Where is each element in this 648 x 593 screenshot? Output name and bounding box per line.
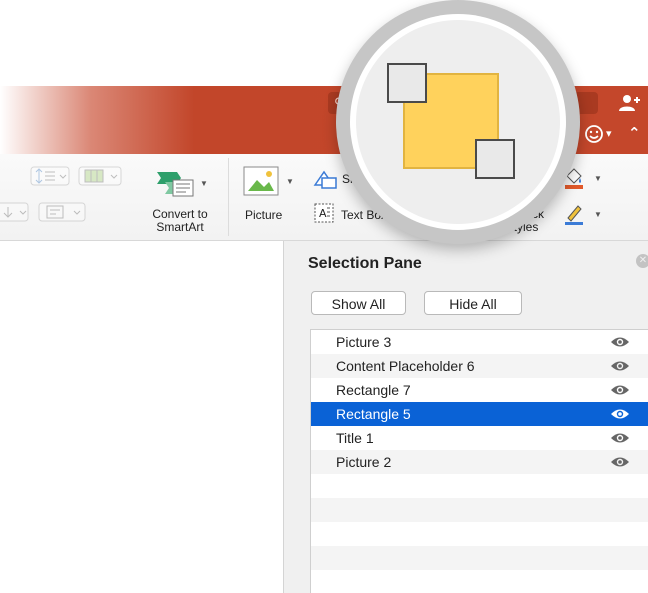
eye-icon[interactable] [610, 360, 630, 372]
ribbon-separator [228, 158, 229, 236]
picture-label[interactable]: Picture [245, 208, 282, 222]
eye-icon[interactable] [610, 456, 630, 468]
align-text-icon[interactable] [38, 202, 86, 222]
list-item-label: Picture 2 [336, 454, 392, 470]
smartart-icon[interactable] [155, 170, 195, 198]
close-icon[interactable]: ✕ [636, 254, 648, 268]
empty-row [311, 522, 648, 546]
empty-row [311, 474, 648, 498]
empty-row [311, 498, 648, 522]
selection-pane: Selection Pane ✕ Show All Hide All Pictu… [283, 241, 648, 593]
svg-text:A: A [319, 207, 327, 220]
magnifier-face [356, 20, 560, 224]
shapes-icon[interactable] [312, 168, 340, 190]
picture-icon[interactable] [243, 166, 279, 196]
list-item[interactable]: Picture 3 [311, 330, 648, 354]
hide-all-button[interactable]: Hide All [424, 291, 522, 315]
columns-icon[interactable] [78, 166, 122, 186]
arrange-shapes-icon [387, 63, 515, 179]
list-item-label: Rectangle 5 [336, 406, 411, 422]
smiley-icon[interactable] [584, 124, 604, 144]
empty-row [311, 546, 648, 570]
list-item[interactable]: Content Placeholder 6 [311, 354, 648, 378]
line-spacing-icon[interactable] [30, 166, 70, 186]
textbox-icon[interactable]: A [313, 202, 335, 224]
show-all-button[interactable]: Show All [311, 291, 406, 315]
list-item-label: Content Placeholder 6 [336, 358, 475, 374]
powerpoint-window: ⚲ ▾ ⌃ [0, 0, 648, 593]
smartart-caret-icon[interactable]: ▼ [200, 179, 208, 188]
eye-icon[interactable] [610, 384, 630, 396]
eye-icon[interactable] [610, 408, 630, 420]
add-person-icon[interactable] [618, 93, 642, 113]
list-item-label: Rectangle 7 [336, 382, 411, 398]
magnifier-callout [336, 0, 580, 244]
chevron-up-icon[interactable]: ⌃ [628, 124, 641, 142]
list-item[interactable]: Picture 2 [311, 450, 648, 474]
eye-icon[interactable] [610, 336, 630, 348]
shape-outline-icon[interactable] [562, 202, 586, 226]
eye-icon[interactable] [610, 432, 630, 444]
list-item-label: Title 1 [336, 430, 374, 446]
convert-smartart-label[interactable]: Convert to SmartArt [142, 208, 218, 234]
list-item-selected[interactable]: Rectangle 5 [311, 402, 648, 426]
selection-list: Picture 3 Content Placeholder 6 Rectangl… [310, 329, 648, 593]
text-direction-icon[interactable] [0, 202, 30, 222]
fill-caret-icon[interactable]: ▼ [594, 174, 602, 183]
magnifier-rim [350, 14, 566, 230]
picture-caret-icon[interactable]: ▼ [286, 177, 294, 186]
feedback-caret-icon[interactable]: ▾ [606, 127, 612, 140]
list-item-label: Picture 3 [336, 334, 392, 350]
list-item[interactable]: Rectangle 7 [311, 378, 648, 402]
list-item[interactable]: Title 1 [311, 426, 648, 450]
outline-caret-icon[interactable]: ▼ [594, 210, 602, 219]
pane-title: Selection Pane [308, 255, 422, 272]
empty-row [311, 570, 648, 593]
